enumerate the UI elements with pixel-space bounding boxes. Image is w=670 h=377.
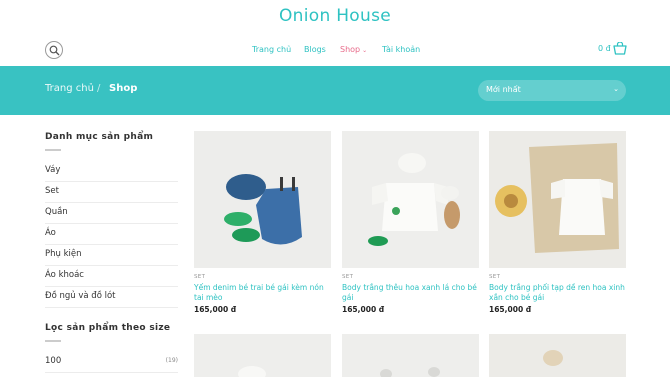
category-link[interactable]: Váy <box>45 161 178 182</box>
size-label: 100 <box>45 356 62 366</box>
product-category[interactable]: SET <box>342 274 353 280</box>
product-image[interactable] <box>194 334 331 377</box>
nav-blogs[interactable]: Blogs <box>304 45 326 54</box>
product-title[interactable]: Yếm denim bé trai bé gái kèm nón tai mèo <box>194 283 331 303</box>
chevron-down-icon: ⌄ <box>613 85 619 93</box>
sort-select-value: Mới nhất <box>486 85 521 94</box>
product-photo <box>342 334 479 377</box>
search-button[interactable] <box>45 41 63 59</box>
product-photo <box>342 131 479 268</box>
product-title[interactable]: Body trắng phối tạp dề ren hoa xinh xắn … <box>489 283 626 303</box>
divider <box>45 149 61 151</box>
product-photo <box>489 334 626 377</box>
product-image[interactable] <box>489 334 626 377</box>
nav-home[interactable]: Trang chủ <box>252 45 291 54</box>
product-image[interactable] <box>342 334 479 377</box>
product-image[interactable] <box>489 131 626 268</box>
size-filter-title: Lọc sản phẩm theo size <box>45 323 171 333</box>
product-price: 165,000 đ <box>342 305 385 314</box>
breadcrumb-separator: / <box>97 83 101 94</box>
category-link[interactable]: Phụ kiện <box>45 245 178 266</box>
category-link[interactable]: Áo <box>45 224 178 245</box>
category-link[interactable]: Quần <box>45 203 178 224</box>
product-photo <box>194 334 331 377</box>
product-image[interactable] <box>342 131 479 268</box>
category-link[interactable]: Set <box>45 182 178 203</box>
cart-total[interactable]: 0 đ <box>598 44 611 53</box>
product-price: 165,000 đ <box>194 305 237 314</box>
divider <box>45 340 61 342</box>
nav-shop-label: Shop <box>340 45 361 54</box>
product-image[interactable] <box>194 131 331 268</box>
breadcrumb-current: Shop <box>109 83 138 94</box>
site-logo[interactable]: Onion House <box>0 6 670 26</box>
product-category[interactable]: SET <box>489 274 500 280</box>
product-category[interactable]: SET <box>194 274 205 280</box>
sort-select[interactable]: Mới nhất ⌄ <box>478 80 626 101</box>
category-link[interactable]: Áo khoác <box>45 266 178 287</box>
size-filter-item[interactable]: 100 (19) <box>45 352 178 373</box>
cart-icon[interactable] <box>613 42 627 55</box>
product-price: 165,000 đ <box>489 305 532 314</box>
search-icon <box>49 45 60 56</box>
category-widget-title: Danh mục sản phẩm <box>45 132 154 142</box>
product-photo <box>489 131 626 268</box>
size-count: (19) <box>165 357 178 364</box>
product-title[interactable]: Body trắng thêu hoa xanh lá cho bé gái <box>342 283 479 303</box>
category-link[interactable]: Đồ ngủ và đồ lót <box>45 287 178 308</box>
chevron-down-icon: ⌄ <box>362 47 368 54</box>
breadcrumb-home[interactable]: Trang chủ <box>45 83 94 94</box>
nav-account[interactable]: Tài khoản <box>382 45 420 54</box>
product-photo <box>194 131 331 268</box>
nav-shop[interactable]: Shop ⌄ <box>340 45 367 54</box>
